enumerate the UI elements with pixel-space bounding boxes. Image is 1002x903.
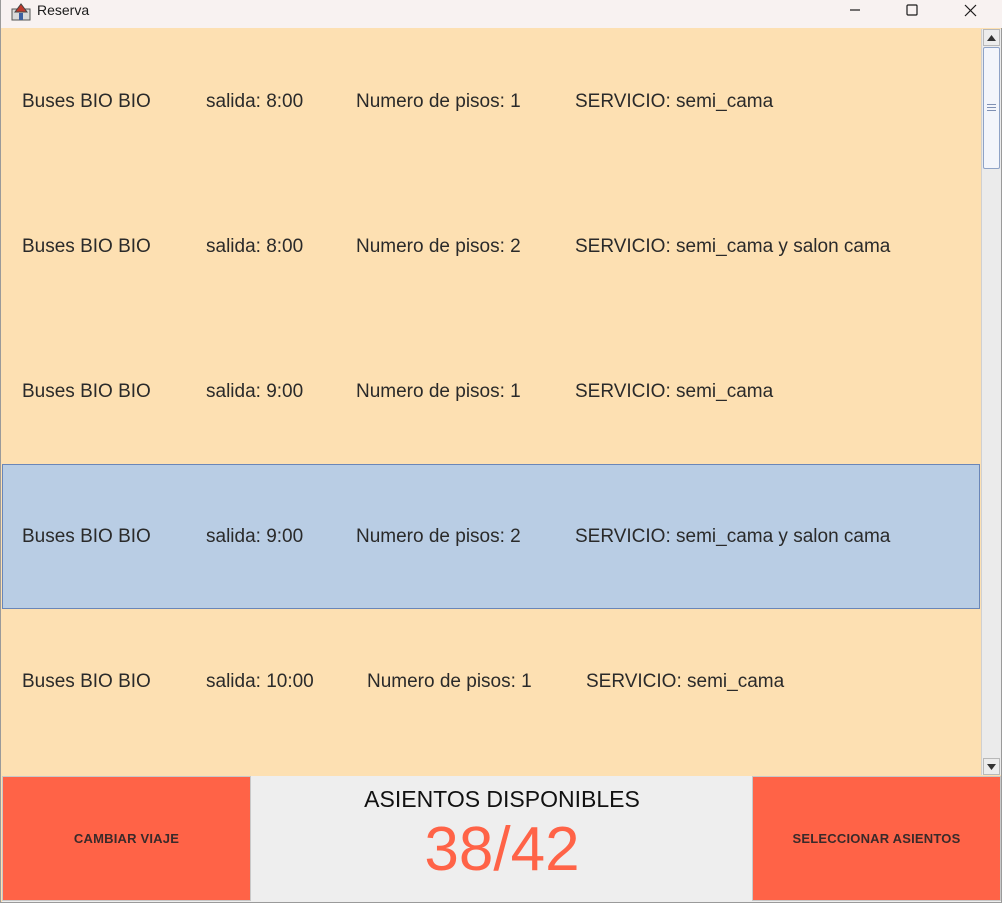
change-trip-button[interactable]: CAMBIAR VIAJE [2, 776, 251, 901]
scroll-down-button[interactable] [983, 758, 1000, 775]
trip-row-selected[interactable]: Buses BIO BIO salida: 9:00 Numero de pis… [2, 464, 980, 609]
available-seats-label: ASIENTOS DISPONIBLES [364, 786, 640, 812]
trip-departure: salida: 9:00 [206, 381, 304, 402]
select-seats-button[interactable]: SELECCIONAR ASIENTOS [752, 776, 1001, 901]
available-seats-count: 38/42 [424, 815, 580, 884]
trip-company: Buses BIO BIO [22, 381, 151, 402]
trip-departure: salida: 9:00 [206, 526, 304, 547]
trip-company: Buses BIO BIO [22, 671, 151, 692]
scroll-thumb[interactable] [983, 47, 1000, 169]
maximize-icon [906, 4, 918, 16]
close-button[interactable] [941, 0, 999, 20]
java-app-icon [11, 3, 31, 21]
trip-service: SERVICIO: semi_cama y salon cama [575, 236, 891, 257]
trip-departure: salida: 8:00 [206, 91, 304, 112]
triangle-up-icon [987, 34, 996, 41]
close-icon [964, 4, 976, 16]
trip-company: Buses BIO BIO [22, 526, 151, 547]
trip-floors: Numero de pisos: 2 [356, 236, 521, 257]
trip-departure: salida: 8:00 [206, 236, 304, 257]
trip-service: SERVICIO: semi_cama [575, 381, 774, 402]
triangle-down-icon [987, 763, 996, 770]
trip-floors: Numero de pisos: 1 [356, 91, 521, 112]
trip-service: SERVICIO: semi_cama [575, 91, 774, 112]
trip-service: SERVICIO: semi_cama [586, 671, 785, 692]
minimize-icon [850, 9, 860, 11]
window-title: Reserva [37, 2, 90, 18]
trip-list: Buses BIO BIO salida: 8:00 Numero de pis… [2, 29, 980, 775]
vertical-scrollbar[interactable] [981, 29, 1001, 775]
trip-floors: Numero de pisos: 1 [367, 671, 532, 692]
trip-company: Buses BIO BIO [22, 236, 151, 257]
action-bar: CAMBIAR VIAJE ASIENTOS DISPONIBLES 38/42… [2, 776, 1001, 902]
scroll-up-button[interactable] [983, 29, 1000, 46]
trip-departure: salida: 10:00 [206, 671, 314, 692]
maximize-button[interactable] [883, 0, 941, 20]
trip-row[interactable]: Buses BIO BIO salida: 10:00 Numero de pi… [2, 609, 980, 754]
available-seats-panel: ASIENTOS DISPONIBLES 38/42 [252, 776, 752, 901]
trip-row[interactable]: Buses BIO BIO salida: 8:00 Numero de pis… [2, 174, 980, 319]
reserva-window: Reserva Buses BIO BIO salida: 8:00 Numer… [0, 0, 1002, 903]
trip-company: Buses BIO BIO [22, 91, 151, 112]
minimize-button[interactable] [826, 0, 884, 20]
trip-floors: Numero de pisos: 1 [356, 381, 521, 402]
title-bar: Reserva [1, 0, 1002, 28]
grip-line [987, 104, 996, 105]
trip-row[interactable]: Buses BIO BIO salida: 9:00 Numero de pis… [2, 319, 980, 464]
trip-service: SERVICIO: semi_cama y salon cama [575, 526, 891, 547]
trip-floors: Numero de pisos: 2 [356, 526, 521, 547]
grip-line [987, 107, 996, 108]
trip-row[interactable]: Buses BIO BIO salida: 8:00 Numero de pis… [2, 29, 980, 174]
grip-line [987, 110, 996, 111]
